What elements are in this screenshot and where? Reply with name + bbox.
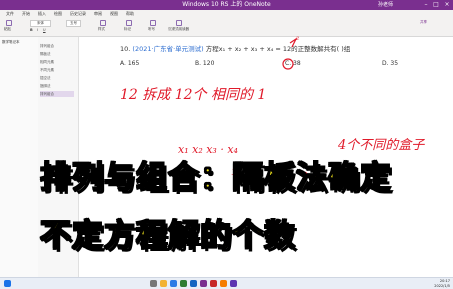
handwriting-boxes: 4个不同的盒子 bbox=[338, 138, 425, 153]
search-icon[interactable] bbox=[150, 280, 157, 287]
clock-date: 2022/1/5 bbox=[434, 283, 450, 288]
excel-icon[interactable] bbox=[180, 280, 187, 287]
edge-icon[interactable] bbox=[170, 280, 177, 287]
taskbar: 20:17 2022/1/5 bbox=[0, 277, 453, 289]
powerpoint-icon[interactable] bbox=[210, 280, 217, 287]
folder-icon[interactable] bbox=[160, 280, 167, 287]
app-icon[interactable] bbox=[220, 280, 227, 287]
overlay-title-line1: 排列与组合：隔板法确定 bbox=[39, 159, 392, 197]
word-icon[interactable] bbox=[190, 280, 197, 287]
overlay-title-line2: 不定方程解的个数 bbox=[39, 217, 296, 255]
start-icon[interactable] bbox=[4, 280, 11, 287]
answer-circle bbox=[282, 58, 294, 70]
app-icon[interactable] bbox=[230, 280, 237, 287]
handwriting-line1: 12 拆成 12个 相同的 1 bbox=[120, 87, 267, 103]
handwriting-mark-2: 2 bbox=[296, 36, 300, 42]
system-clock[interactable]: 20:17 2022/1/5 bbox=[434, 279, 450, 288]
onenote-icon[interactable] bbox=[200, 280, 207, 287]
